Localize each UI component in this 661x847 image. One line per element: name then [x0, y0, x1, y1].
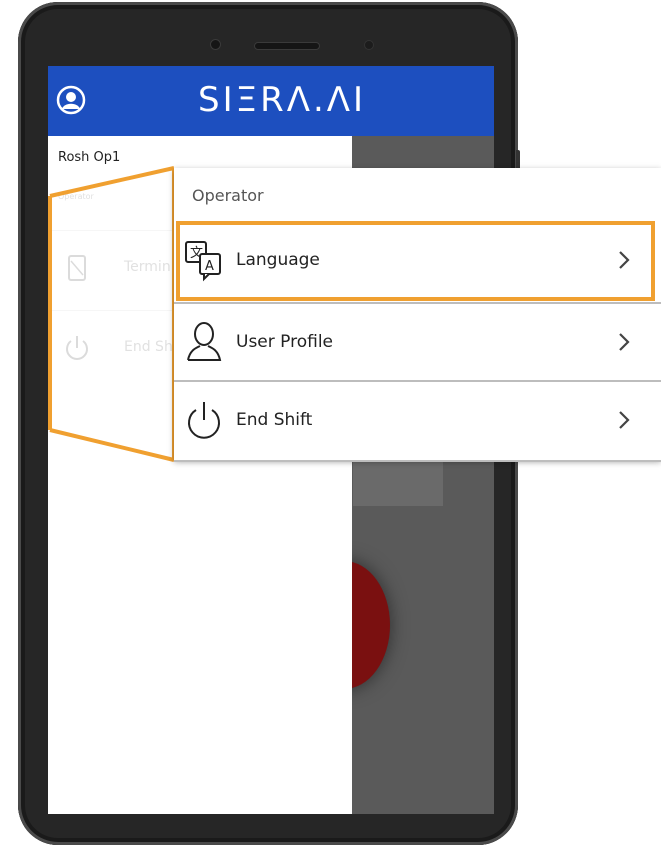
user-icon — [182, 320, 226, 364]
power-icon — [182, 398, 226, 442]
drawer-item-label: Termin — [124, 259, 171, 275]
zoomed-menu-panel: Operator 文 A Language User Profile End S… — [174, 168, 661, 462]
menu-item-label: User Profile — [236, 332, 334, 352]
light-sensor — [364, 40, 374, 50]
power-icon — [62, 333, 92, 363]
chevron-right-icon — [617, 408, 631, 432]
drawer-user-name: Rosh Op1 — [58, 150, 121, 165]
drawer-item-label: End Sh — [124, 339, 173, 355]
panel-header: Operator — [192, 186, 264, 205]
drawer-user-role: Operator — [58, 192, 94, 201]
avatar-icon[interactable] — [56, 85, 86, 115]
translate-icon: 文 A — [182, 238, 226, 282]
menu-item-label: End Shift — [236, 410, 313, 430]
front-camera — [210, 39, 221, 50]
chevron-right-icon — [617, 330, 631, 354]
menu-item-user-profile[interactable]: User Profile — [174, 302, 661, 382]
chevron-right-icon — [617, 248, 631, 272]
svg-text:A: A — [205, 259, 214, 274]
brand-logo: SIΞRΛ.ΛI — [198, 80, 367, 120]
menu-item-end-shift[interactable]: End Shift — [174, 380, 661, 462]
app-bar: SIΞRΛ.ΛI — [48, 66, 494, 136]
menu-item-language[interactable]: 文 A Language — [174, 222, 661, 300]
menu-item-label: Language — [236, 250, 320, 270]
earpiece-speaker — [254, 42, 320, 50]
terminal-device-icon — [62, 253, 92, 283]
